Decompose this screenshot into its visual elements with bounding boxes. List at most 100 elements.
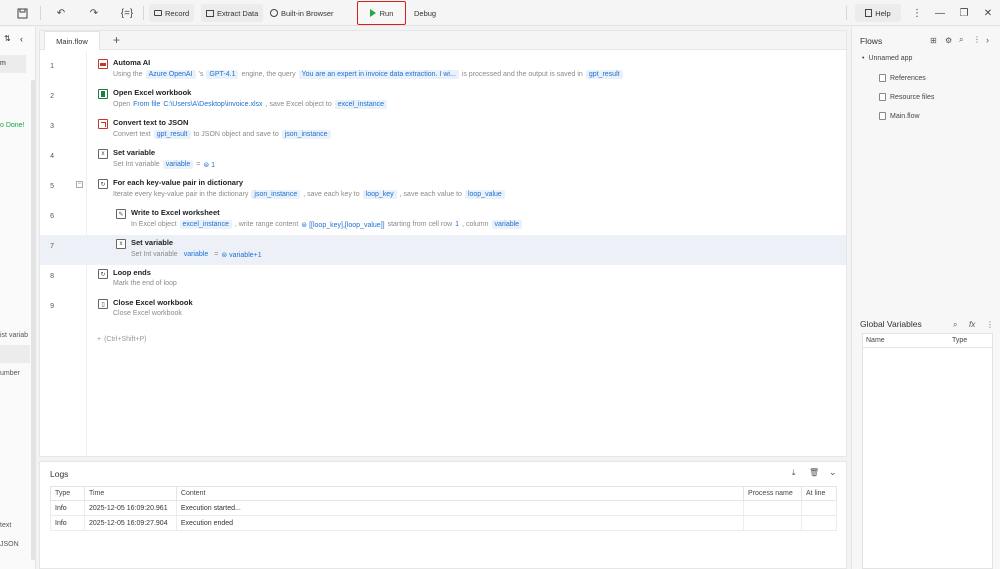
restore-icon[interactable]: ❐	[956, 5, 972, 21]
column-header[interactable]: Time	[83, 486, 177, 501]
add-step-button[interactable]: + (Ctrl+Shift+P)	[97, 336, 147, 343]
column-header[interactable]: Process name	[743, 486, 802, 501]
column-header[interactable]: Name	[866, 337, 885, 344]
step-description: Mark the end of loop	[113, 280, 177, 287]
sort-icon[interactable]: ⇅	[4, 34, 11, 43]
trash-icon[interactable]: 🗑	[809, 468, 819, 477]
step-title: Open Excel workbook	[113, 88, 192, 97]
debug-button[interactable]: Debug	[409, 4, 441, 22]
search-icon[interactable]: ⌕	[953, 320, 957, 330]
desc-text: Mark the end of loop	[113, 280, 177, 287]
flow-step[interactable]: 1 Automa AI Using the Azure OpenAI 's GP…	[40, 55, 846, 85]
table-row[interactable]: Info 2025-12-05 16:09:27.904 Execution e…	[50, 515, 838, 531]
save-icon[interactable]	[14, 5, 30, 21]
variables-icon[interactable]: {=}	[119, 5, 135, 21]
log-type: Info	[50, 515, 85, 531]
step-title: Set variable	[131, 238, 174, 247]
column-header[interactable]: Type	[50, 486, 85, 501]
variable-chip: json_instance	[281, 130, 331, 139]
step-number: 9	[50, 303, 54, 310]
function-icon[interactable]: fx	[969, 320, 975, 329]
log-at-line	[800, 500, 838, 516]
chevron-right-icon[interactable]: ›	[986, 35, 989, 45]
help-label: Help	[875, 8, 891, 18]
extract-data-label: Extract Data	[217, 8, 259, 18]
new-flow-icon[interactable]: ⊞	[930, 36, 937, 45]
export-log-icon[interactable]: ⤓	[792, 468, 796, 478]
search-icon[interactable]: ⌕	[959, 35, 963, 45]
more-options-icon[interactable]: ⋮	[973, 35, 981, 44]
set-variable-icon: x	[116, 239, 126, 249]
flow-step[interactable]: 5 − ↻ For each key-value pair in diction…	[40, 175, 846, 205]
redo-icon[interactable]: ↷	[86, 5, 102, 21]
extract-data-button[interactable]: Extract Data	[201, 4, 264, 22]
desc-text: 's	[198, 71, 204, 78]
step-description: Iterate every key-value pair in the dict…	[113, 190, 505, 199]
flow-editor: Main.flow + 1 Automa AI Using the Azure …	[39, 30, 847, 457]
left-panel-selected-item[interactable]	[0, 345, 30, 363]
left-panel-done-text: o Done!	[0, 122, 25, 129]
left-panel-scrollbar[interactable]	[31, 80, 35, 560]
table-row[interactable]: Info 2025-12-05 16:09:20.961 Execution s…	[50, 500, 838, 516]
help-button[interactable]: Help	[855, 4, 901, 22]
left-panel-item-text: ist variab	[0, 332, 29, 339]
log-process-name	[743, 515, 802, 531]
column-header[interactable]: Content	[175, 486, 745, 501]
step-number: 7	[50, 243, 54, 250]
logs-table: Type Time Content Process name At line I…	[50, 486, 838, 531]
step-title: Set variable	[113, 148, 156, 157]
right-panel: Flows ⊞ ⚙ ⌕ ⋮ › • Unnamed app References…	[851, 27, 1000, 569]
flow-step[interactable]: 4 x Set variable Set Int variable variab…	[40, 145, 846, 175]
tree-item-main-flow[interactable]: Main.flow	[879, 112, 920, 120]
desc-text: Set Int variable	[131, 251, 178, 258]
undo-icon[interactable]: ↶	[53, 5, 69, 21]
flow-step-selected[interactable]: 7 x Set variable Set Int variable variab…	[40, 235, 846, 265]
variable-chip: variable	[180, 250, 212, 259]
flows-title: Flows	[860, 36, 883, 46]
close-icon[interactable]: ✕	[980, 5, 996, 21]
step-number: 2	[50, 93, 54, 100]
run-button[interactable]: Run	[357, 1, 406, 25]
log-process-name	[743, 500, 802, 516]
column-header[interactable]: At line	[800, 486, 838, 501]
step-description: Using the Azure OpenAI 's GPT-4.1 engine…	[113, 70, 623, 79]
step-description: Set Int variable variable = ⊜ 1	[113, 160, 215, 169]
collapse-left-icon[interactable]: ‹	[20, 34, 23, 44]
step-title: For each key-value pair in dictionary	[113, 178, 244, 187]
more-options-icon[interactable]: ⋮	[986, 320, 994, 329]
log-time: 2025-12-05 16:09:20.961	[83, 500, 177, 516]
add-tab-icon[interactable]: +	[113, 33, 120, 47]
step-title: Loop ends	[113, 268, 151, 277]
tree-item-references[interactable]: References	[879, 74, 926, 82]
flow-step[interactable]: 3 Convert text to JSON Convert text gpt_…	[40, 115, 846, 145]
variable-chip: variable	[491, 220, 523, 229]
minimize-icon[interactable]: —	[932, 5, 948, 21]
desc-text: , column	[462, 221, 489, 228]
step-number: 8	[50, 273, 54, 280]
collapse-toggle-icon[interactable]: −	[76, 181, 83, 188]
flow-step[interactable]: 8 ↻ Loop ends Mark the end of loop	[40, 265, 846, 295]
desc-text: engine, the query	[241, 71, 296, 78]
left-panel-selected-item[interactable]: m	[0, 55, 26, 73]
close-workbook-icon: ▯	[98, 299, 108, 309]
flow-step[interactable]: 9 ▯ Close Excel workbook Close Excel wor…	[40, 295, 846, 325]
settings-icon[interactable]: ⚙	[945, 36, 952, 45]
more-options-icon[interactable]: ⋮	[909, 5, 925, 21]
step-description: In Excel object excel_instance , write r…	[131, 220, 523, 229]
tab-main-flow[interactable]: Main.flow	[44, 31, 100, 50]
chevron-down-icon[interactable]: ⌄	[829, 467, 837, 478]
toolbar: ↶ ↷ {=} Record Extract Data Built-in Bro…	[0, 0, 1000, 26]
step-title: Automa AI	[113, 58, 151, 67]
flow-step[interactable]: 2 Open Excel workbook Open From file C:\…	[40, 85, 846, 115]
loop-icon: ↻	[98, 179, 108, 189]
record-button[interactable]: Record	[149, 4, 195, 22]
tree-item-app[interactable]: • Unnamed app	[862, 55, 912, 62]
tree-item-resource-files[interactable]: Resource files	[879, 93, 934, 101]
built-in-browser-button[interactable]: Built-in Browser	[265, 4, 339, 22]
flow-step[interactable]: 6 ✎ Write to Excel worksheet In Excel ob…	[40, 205, 846, 235]
step-number: 1	[50, 63, 54, 70]
desc-text: Set Int variable	[113, 161, 160, 168]
left-panel-item-text: umber	[0, 370, 20, 377]
variable-chip: excel_instance	[334, 100, 388, 109]
column-header[interactable]: Type	[952, 337, 967, 344]
